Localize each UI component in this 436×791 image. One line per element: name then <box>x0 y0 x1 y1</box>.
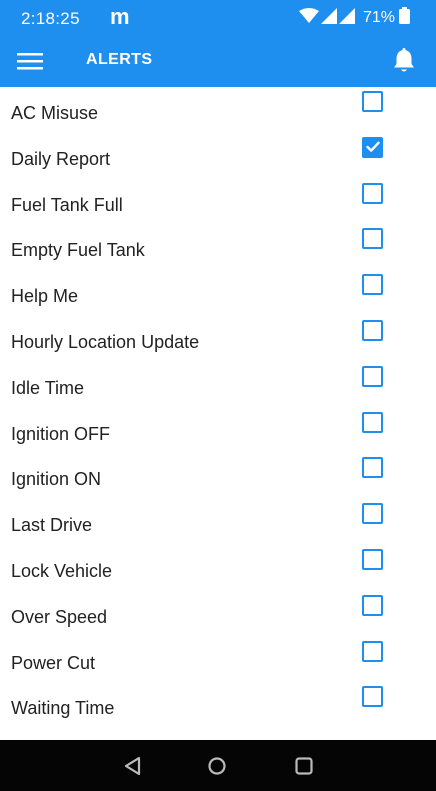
checkmark-icon <box>365 141 380 153</box>
alert-row[interactable]: Help Me <box>0 274 436 320</box>
status-icons <box>298 7 355 29</box>
battery-percent: 71% <box>362 9 395 26</box>
alert-list: AC Misuse Daily Report Fuel Tank Full Empty… <box>0 87 436 740</box>
alert-row[interactable]: Hourly Location Update <box>0 320 436 366</box>
status-bar: 2:18:25 m 71% <box>0 0 436 36</box>
alert-checkbox[interactable] <box>362 320 383 341</box>
alert-row[interactable]: Last Drive <box>0 503 436 549</box>
alert-checkbox[interactable] <box>362 549 383 570</box>
alert-checkbox[interactable] <box>362 594 383 616</box>
alert-checkbox[interactable] <box>362 182 383 204</box>
status-right: 71% <box>298 7 410 29</box>
alert-checkbox[interactable] <box>362 228 383 250</box>
alert-row[interactable]: Waiting Time <box>0 686 436 732</box>
alert-label: AC Misuse <box>11 103 99 123</box>
wifi-icon <box>298 7 319 29</box>
alert-label: Help Me <box>11 286 79 307</box>
alert-label: Daily Report <box>11 148 111 169</box>
status-time: 2:18:25 <box>21 9 80 28</box>
alert-row[interactable]: AC Misuse <box>0 91 436 137</box>
alert-row[interactable]: Empty Fuel Tank <box>0 228 436 274</box>
alert-row[interactable]: Fuel Tank Full <box>0 182 436 229</box>
top-bar: 2:18:25 m 71% ALERTS <box>0 0 436 87</box>
alert-label: Idle Time <box>11 377 85 398</box>
alert-checkbox[interactable] <box>362 457 383 479</box>
alert-label: Ignition OFF <box>11 423 111 444</box>
bell-icon[interactable] <box>390 46 418 76</box>
signal-icon <box>338 7 355 29</box>
back-icon[interactable] <box>120 753 146 779</box>
page-title: ALERTS <box>86 51 153 68</box>
alert-label: Last Drive <box>11 515 93 536</box>
alert-checkbox[interactable] <box>362 503 383 525</box>
alert-checkbox[interactable] <box>362 274 383 296</box>
alert-label: Empty Fuel Tank <box>11 240 145 261</box>
alert-row[interactable]: Over Speed <box>0 594 436 641</box>
alert-row[interactable]: Lock Vehicle <box>0 549 436 595</box>
battery-icon <box>399 7 410 29</box>
alert-checkbox[interactable] <box>362 686 383 708</box>
hamburger-menu-icon[interactable] <box>16 49 44 73</box>
alert-row[interactable]: Ignition ON <box>0 457 436 503</box>
recents-icon[interactable] <box>291 753 317 779</box>
alert-checkbox[interactable] <box>362 365 383 387</box>
nav-bar <box>0 740 436 791</box>
home-icon[interactable] <box>204 753 230 779</box>
alert-row[interactable]: Ignition OFF <box>0 411 436 458</box>
alert-row[interactable]: Power Cut <box>0 640 436 687</box>
alert-label: Over Speed <box>11 606 108 627</box>
alert-checkbox[interactable] <box>362 640 383 662</box>
alert-label: Hourly Location Update <box>11 332 200 352</box>
carrier-icon: m <box>110 4 130 29</box>
alert-label: Fuel Tank Full <box>11 194 123 215</box>
alert-label: Lock Vehicle <box>11 561 113 581</box>
app-bar: ALERTS <box>0 36 436 87</box>
alert-label: Power Cut <box>11 652 96 673</box>
alert-checkbox[interactable] <box>362 136 383 158</box>
alert-checkbox[interactable] <box>362 411 383 433</box>
alert-row[interactable]: Idle Time <box>0 365 436 412</box>
alert-label: Waiting Time <box>11 698 115 719</box>
signal-icon <box>320 7 337 29</box>
alert-row[interactable]: Daily Report <box>0 136 436 183</box>
alert-checkbox[interactable] <box>362 91 383 112</box>
alert-label: Ignition ON <box>11 469 102 490</box>
